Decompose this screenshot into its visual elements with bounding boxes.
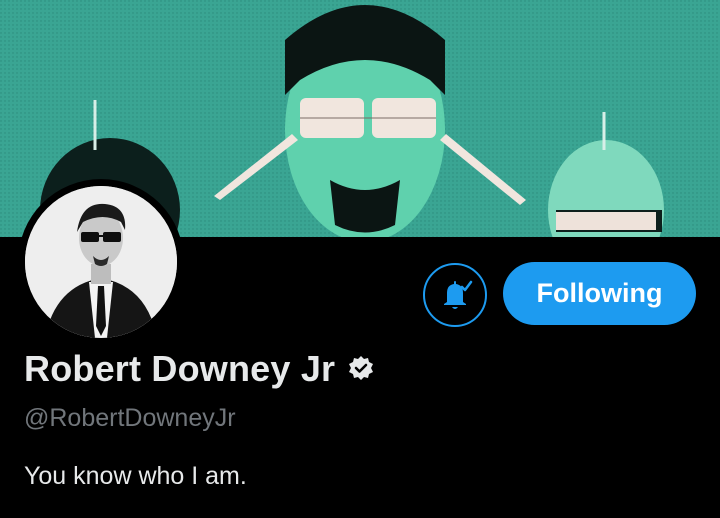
- name-row: Robert Downey Jr: [24, 346, 375, 392]
- verified-badge-icon[interactable]: [347, 355, 375, 383]
- profile-page: Following Robert Downey Jr @RobertDowney…: [0, 0, 720, 518]
- user-handle: @RobertDowneyJr: [24, 404, 236, 432]
- profile-bio: You know who I am.: [24, 462, 247, 490]
- display-name: Robert Downey Jr: [24, 348, 336, 389]
- avatar[interactable]: [18, 179, 184, 345]
- avatar-image: [25, 186, 177, 338]
- bell-check-icon: [444, 280, 473, 309]
- notifications-toggle-button[interactable]: [423, 263, 487, 327]
- following-button[interactable]: Following: [503, 262, 696, 325]
